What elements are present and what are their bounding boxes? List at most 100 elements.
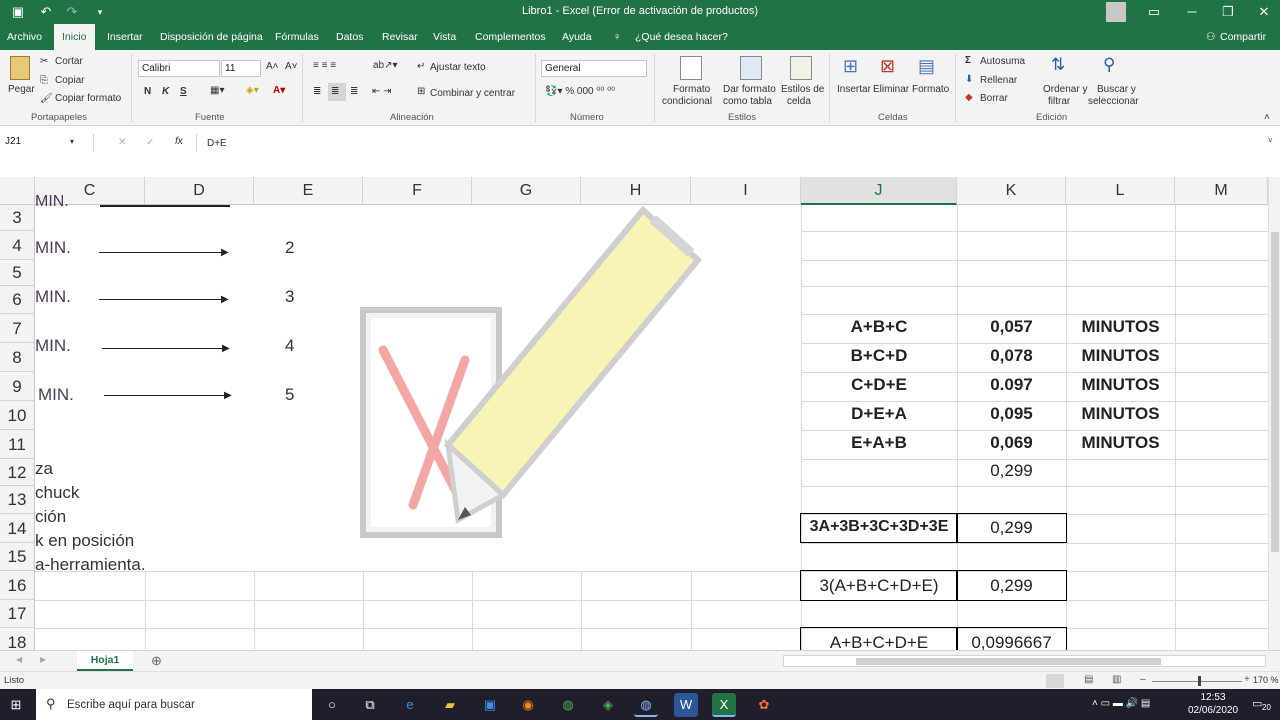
cell-k18[interactable]: 0,0996667 — [957, 633, 1066, 650]
currency-icon[interactable]: 💱▾ % 000 ⁰⁰ ⁰⁰ — [545, 86, 615, 97]
clock-time[interactable]: 12:53 — [1196, 692, 1230, 703]
page-layout-icon[interactable]: ▤ — [1084, 674, 1093, 685]
table-format-button[interactable]: Dar formato — [723, 84, 776, 95]
cell-j14[interactable]: 3A+3B+3C+3D+3E — [801, 518, 957, 536]
column-header-h[interactable]: H — [581, 177, 691, 205]
word-icon[interactable]: W — [674, 693, 698, 717]
horizontal-scrollbar[interactable] — [783, 655, 1266, 667]
find-select-button[interactable]: Buscar y — [1097, 84, 1136, 95]
borders-icon[interactable]: ▦▾ — [210, 85, 224, 96]
underline-button[interactable]: S — [180, 86, 187, 97]
cell-l10[interactable]: MINUTOS — [1066, 404, 1175, 424]
row-header-18[interactable]: 18 — [0, 628, 35, 650]
cell-l9[interactable]: MINUTOS — [1066, 375, 1175, 395]
orientation-icon[interactable]: ab↗▾ — [373, 60, 398, 71]
conditional-format-button[interactable]: Formato — [673, 84, 710, 95]
save-icon[interactable]: ▣ — [8, 3, 28, 21]
italic-button[interactable]: K — [162, 86, 169, 97]
column-header-m[interactable]: M — [1175, 177, 1268, 205]
tab-revisar[interactable]: Revisar — [382, 24, 418, 50]
taskbar-search-box[interactable]: ⚲ Escribe aquí para buscar — [36, 689, 312, 720]
edge-icon[interactable]: e — [398, 693, 422, 717]
name-box-dropdown-icon[interactable]: ▾ — [70, 137, 74, 146]
notification-icon[interactable]: ▭ — [1252, 697, 1262, 710]
vertical-scrollbar[interactable] — [1268, 177, 1280, 650]
tab-archivo[interactable]: Archivo — [7, 24, 42, 50]
paste-button[interactable]: Pegar — [8, 84, 35, 95]
file-explorer-icon[interactable]: ▰ — [438, 693, 462, 717]
page-break-icon[interactable]: ▥ — [1112, 674, 1121, 685]
grow-font-icon[interactable]: A˄ — [266, 61, 279, 72]
row-header-11[interactable]: 11 — [0, 430, 35, 459]
cell-j16[interactable]: 3(A+B+C+D+E) — [801, 576, 957, 596]
column-header-i[interactable]: I — [691, 177, 801, 205]
row-header-14[interactable]: 14 — [0, 514, 35, 543]
firefox-icon[interactable]: ◉ — [516, 693, 540, 717]
row-header-10[interactable]: 10 — [0, 401, 35, 430]
tab-complementos[interactable]: Complementos — [475, 24, 546, 50]
customize-qat-icon[interactable]: ▾ — [90, 3, 110, 21]
format-cells-icon[interactable]: ▤ — [918, 56, 935, 77]
scroll-thumb[interactable] — [856, 658, 1161, 665]
sort-filter-button-2[interactable]: filtrar — [1048, 96, 1070, 107]
insert-cells-icon[interactable]: ⊞ — [843, 56, 858, 77]
tell-me-box[interactable]: ¿Qué desea hacer? — [635, 24, 728, 50]
row-header-8[interactable]: 8 — [0, 343, 35, 372]
font-size-select[interactable]: 11 — [221, 60, 261, 77]
tab-vista[interactable]: Vista — [433, 24, 456, 50]
search-icon[interactable]: ⚲ — [1103, 55, 1115, 75]
zoom-out-icon[interactable]: – — [1140, 674, 1146, 685]
table-format-icon[interactable] — [740, 56, 762, 80]
collapse-ribbon-icon[interactable]: ˄ — [1264, 112, 1270, 123]
sheet-tab-hoja1[interactable]: Hoja1 — [77, 651, 133, 671]
cell-j11[interactable]: E+A+B — [801, 433, 957, 453]
column-header-j[interactable]: J — [801, 177, 957, 205]
fill-down-icon[interactable]: ⬇ — [965, 74, 973, 85]
app-icon[interactable]: ◈ — [596, 693, 620, 717]
cell-k9[interactable]: 0.097 — [957, 375, 1066, 395]
cut-button[interactable]: Cortar — [55, 56, 83, 67]
column-header-d[interactable]: D — [145, 177, 254, 205]
row-header-16[interactable]: 16 — [0, 571, 35, 600]
cell-k14[interactable]: 0,299 — [957, 518, 1066, 538]
column-header-g[interactable]: G — [472, 177, 581, 205]
cell-k11[interactable]: 0,069 — [957, 433, 1066, 453]
select-all-corner[interactable] — [0, 177, 35, 205]
zoom-slider[interactable] — [1152, 681, 1242, 682]
column-header-e[interactable]: E — [254, 177, 363, 205]
align-left-icon[interactable]: ≣ — [313, 86, 321, 97]
conditional-format-icon[interactable] — [680, 56, 702, 80]
next-sheet-icon[interactable]: ▶ — [40, 655, 46, 664]
indent-icon[interactable]: ⇤ ⇥ — [372, 86, 392, 97]
cell-k8[interactable]: 0,078 — [957, 346, 1066, 366]
shrink-font-icon[interactable]: A˅ — [285, 61, 298, 72]
row-header-17[interactable]: 17 — [0, 600, 35, 628]
cell-l8[interactable]: MINUTOS — [1066, 346, 1175, 366]
align-right-icon[interactable]: ≣ — [350, 86, 358, 97]
chrome-icon[interactable]: ◍ — [556, 693, 580, 717]
wrap-icon[interactable]: ↵ — [417, 61, 425, 72]
row-header-3[interactable]: 3 — [0, 205, 35, 231]
scroll-thumb[interactable] — [1271, 232, 1279, 552]
sort-filter-button[interactable]: Ordenar y — [1043, 84, 1087, 95]
table-format-button-2[interactable]: como tabla — [723, 96, 772, 107]
copy-icon[interactable]: ⎘ — [40, 75, 48, 86]
cancel-icon[interactable]: ✕ — [118, 137, 126, 148]
expand-formula-icon[interactable]: ˅ — [1268, 136, 1273, 145]
chrome-active-icon[interactable]: ◍ — [634, 693, 658, 717]
autosum-button[interactable]: Autosuma — [980, 56, 1025, 67]
conditional-format-button-2[interactable]: condicional — [662, 96, 712, 107]
minimize-icon[interactable]: ─ — [1182, 3, 1202, 21]
delete-cells-icon[interactable]: ⊠ — [880, 56, 895, 77]
ribbon-display-icon[interactable]: ▭ — [1144, 3, 1164, 21]
merge-center-button[interactable]: Combinar y centrar — [430, 88, 515, 99]
tab-datos[interactable]: Datos — [336, 24, 363, 50]
prev-sheet-icon[interactable]: ◀ — [16, 655, 22, 664]
undo-icon[interactable]: ↶ — [36, 3, 56, 21]
formula-input[interactable]: D+E — [207, 138, 227, 149]
fill-button[interactable]: Rellenar — [980, 75, 1017, 86]
cortana-icon[interactable]: ○ — [320, 693, 344, 717]
column-header-f[interactable]: F — [363, 177, 472, 205]
column-header-l[interactable]: L — [1066, 177, 1175, 205]
align-top-icon[interactable]: ≡ ≡ ≡ — [313, 60, 336, 71]
